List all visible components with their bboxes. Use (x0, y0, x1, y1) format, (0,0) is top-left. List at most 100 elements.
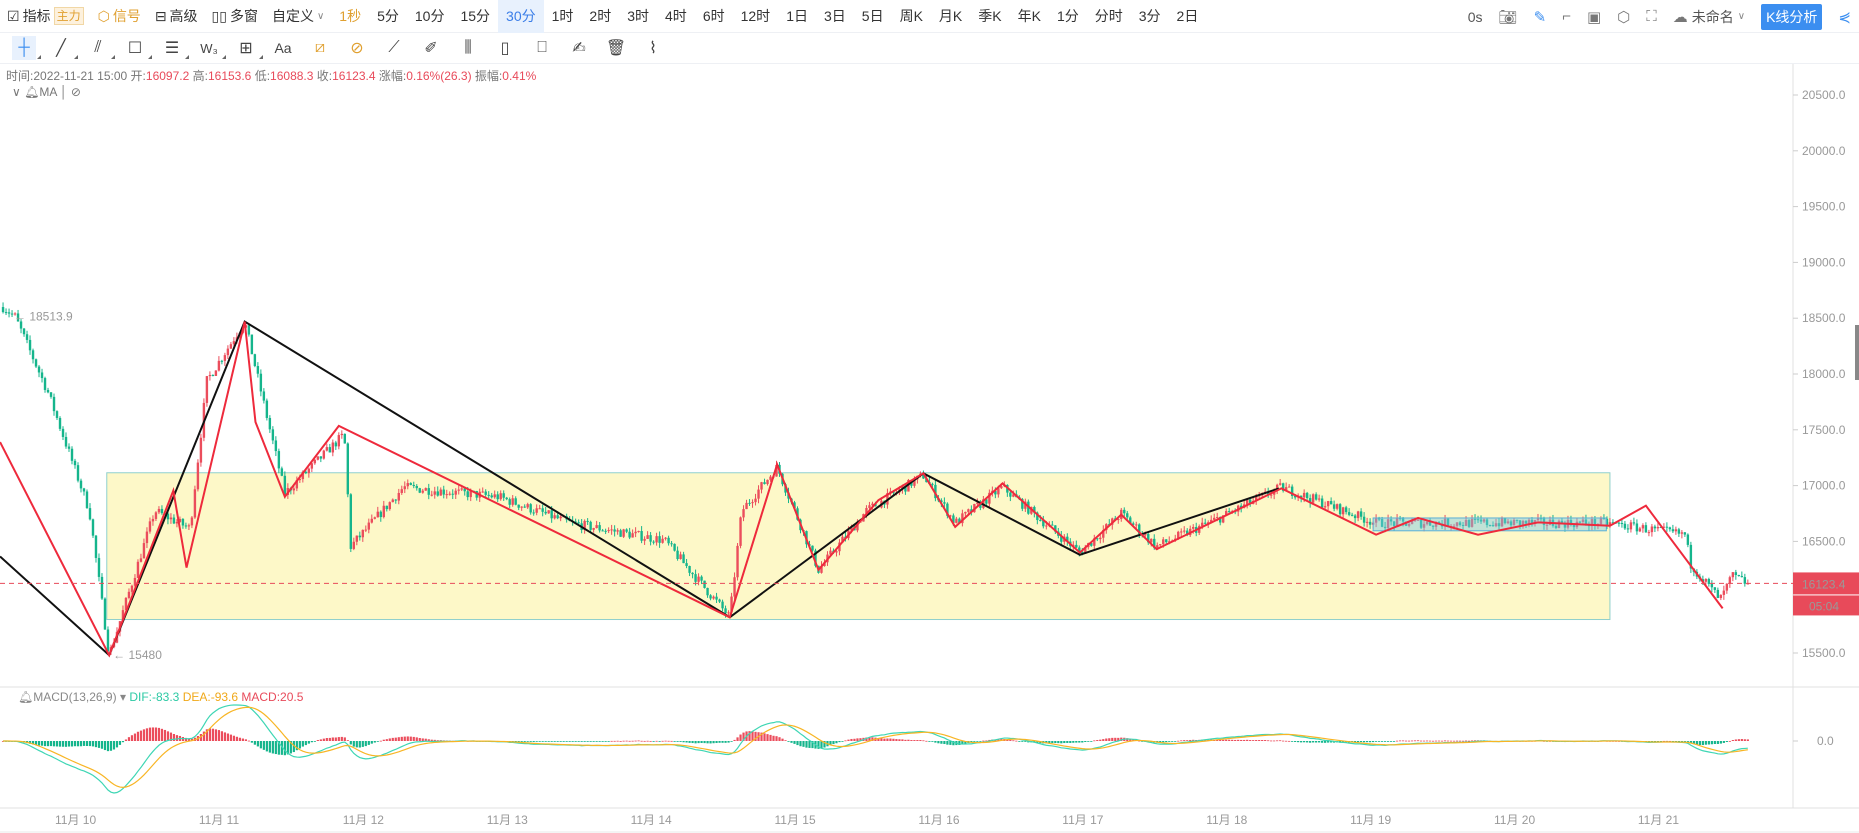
macd-bar (619, 740, 622, 742)
min-price-label: ← 15480 (113, 648, 162, 662)
macd-bar (925, 740, 928, 742)
bell-icon[interactable]: 🔔︎ (18, 690, 33, 704)
candle-body (1075, 544, 1078, 548)
candle-body (697, 576, 700, 582)
caret-down-icon[interactable]: ▾ (120, 690, 126, 704)
macd-bar (208, 728, 212, 741)
macd-bar (667, 740, 670, 742)
candle-body (586, 520, 589, 522)
macd-bar (1114, 737, 1117, 741)
macd-bar (946, 741, 949, 745)
macd-bar (1018, 741, 1021, 742)
y-tick-label: 19000.0 (1802, 255, 1846, 269)
macd-bar (538, 741, 541, 742)
macd-bar (304, 741, 307, 746)
candle-body (637, 531, 640, 533)
macd-bar (241, 738, 244, 741)
macd-bar (853, 738, 856, 741)
macd-bar (307, 741, 310, 744)
macd-bar (109, 741, 113, 751)
macd-bar (370, 741, 373, 744)
macd-bar (1174, 741, 1177, 742)
candle-body (694, 574, 697, 582)
candle-body (748, 502, 751, 504)
candle-body (505, 497, 508, 500)
candle-body (1156, 545, 1159, 548)
candle-body (658, 536, 661, 543)
macd-bar (1401, 740, 1405, 742)
macd-bar (118, 741, 122, 745)
macd-bar (556, 741, 559, 742)
candle-body (409, 483, 412, 485)
macd-bar (1392, 741, 1396, 742)
candle-body (1227, 511, 1231, 513)
macd-bar (1431, 740, 1435, 742)
macd-bar (736, 737, 739, 741)
macd-bar (121, 741, 125, 743)
macd-bar (328, 737, 331, 741)
macd-bar (1231, 739, 1234, 741)
candle-body (40, 372, 44, 379)
macd-bar (1719, 741, 1722, 744)
macd-bar (1746, 739, 1749, 741)
candle-body (160, 508, 164, 514)
macd-bar (709, 741, 712, 744)
macd-bar (613, 740, 616, 742)
candle-body (1045, 525, 1048, 527)
macd-bar (400, 736, 403, 741)
candle-body (79, 480, 83, 489)
x-tick-label: 11月 17 (1062, 813, 1103, 827)
candle-body (703, 580, 706, 588)
macd-bar (568, 741, 571, 742)
candle-body (193, 489, 197, 518)
candle-body (1302, 492, 1306, 498)
candle-body (355, 535, 359, 542)
candle-body (268, 417, 272, 430)
candle-body (358, 535, 362, 538)
candle-body (262, 391, 266, 401)
macd-bar (763, 733, 766, 741)
candle-body (649, 535, 652, 542)
candle-body (682, 554, 685, 564)
candle-body (634, 531, 637, 534)
macd-bar (58, 741, 62, 747)
macd-bar (271, 741, 274, 754)
candle-body (394, 499, 397, 501)
macd-bar (226, 733, 229, 741)
macd-bar (373, 741, 376, 743)
macd-bar (1081, 741, 1084, 743)
macd-bar (547, 741, 550, 742)
macd-bar (646, 740, 649, 742)
macd-bar (1228, 739, 1231, 741)
macd-bar (922, 740, 925, 742)
x-tick-label: 11月 20 (1494, 813, 1535, 827)
kline-chart[interactable]: 20500.0 20000.0 19500.0 19000.0 18500.0 18000… (0, 0, 1859, 833)
candle-body (640, 531, 643, 541)
candle-body (223, 355, 227, 361)
candle-body (547, 510, 550, 514)
candle-body (145, 531, 149, 544)
macd-bar (1291, 741, 1294, 742)
candle-body (616, 530, 619, 532)
macd-bar (772, 735, 775, 741)
macd-bar (1357, 741, 1360, 743)
candle-body (1719, 594, 1723, 599)
macd-bar (1282, 740, 1285, 742)
macd-bar (1063, 741, 1066, 744)
candle-body (1123, 509, 1126, 514)
macd-bar (1407, 740, 1411, 742)
macd-bar (916, 740, 919, 741)
macd-bar (1410, 740, 1414, 742)
macd-bar (622, 740, 625, 742)
max-price-label: ← 18513.9 (14, 310, 73, 324)
macd-bar (1413, 740, 1417, 742)
candle-body (502, 493, 505, 498)
candle-body (130, 585, 134, 592)
candle-body (22, 328, 26, 335)
macd-bar (130, 735, 134, 741)
candle-body (70, 448, 74, 461)
macd-bar (1306, 741, 1309, 743)
candle-body (292, 488, 296, 491)
macd-bar (163, 729, 167, 741)
range-box (106, 472, 1611, 621)
